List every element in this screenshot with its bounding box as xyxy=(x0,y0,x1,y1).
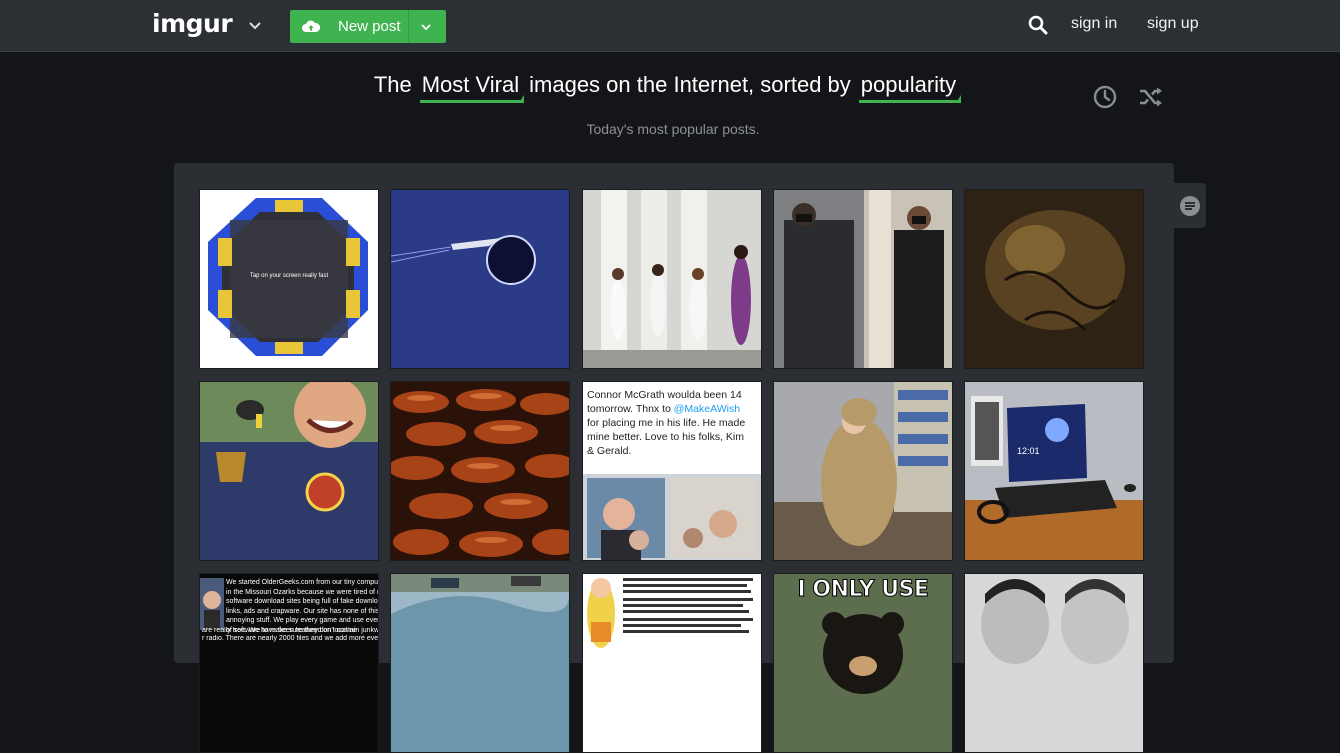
logo-caret-icon[interactable] xyxy=(247,17,263,33)
shuffle-icon[interactable] xyxy=(1139,86,1163,108)
gallery-post-winter-soldier[interactable] xyxy=(773,189,953,369)
oldergeeks-line-7: are really free. We have been featured o… xyxy=(202,627,358,634)
oldergeeks-line-5: annoying stuff. We play every game and u… xyxy=(226,617,378,624)
section-selector[interactable]: Most Viral xyxy=(419,72,525,103)
laptop-image: 12:01 xyxy=(965,382,1143,560)
sign-in-link[interactable]: sign in xyxy=(1071,15,1117,33)
jet-eclipse-image xyxy=(391,190,569,368)
oldergeeks-line-3: software download sites being full of fa… xyxy=(226,598,378,605)
chevron-down-icon[interactable] xyxy=(420,21,432,33)
clock-icon[interactable] xyxy=(1093,85,1117,109)
greek-columns-image xyxy=(583,190,761,368)
oldergeeks-line-1: We started OlderGeeks.com from our tiny … xyxy=(226,579,378,586)
tweet-line-4: mine better. Love to his folks, Kim xyxy=(587,431,744,443)
comments-toggle[interactable] xyxy=(1174,183,1206,228)
gallery-post-dark-texture[interactable] xyxy=(964,189,1144,369)
trampoline-caption: Tap on your screen really fast xyxy=(250,273,329,279)
oldergeeks-line-8: r radio. There are nearly 2000 files and… xyxy=(202,635,378,642)
gallery-post-sausages[interactable] xyxy=(390,381,570,561)
portraits-image xyxy=(965,574,1143,752)
imgur-logo[interactable]: imgur xyxy=(152,9,233,38)
page-subtitle: Today's most popular posts. xyxy=(586,121,760,137)
gallery-post-futurama-text[interactable] xyxy=(582,573,762,753)
new-post-label: New post xyxy=(338,18,401,35)
sort-selector[interactable]: popularity xyxy=(858,72,962,103)
gallery-post-bear-meme[interactable]: I ONLY USE xyxy=(773,573,953,753)
search-icon[interactable] xyxy=(1027,14,1049,36)
gallery-post-portraits[interactable] xyxy=(964,573,1144,753)
tweet-line-2-text: tomorrow. Thnx to xyxy=(587,403,671,415)
gallery-post-greek-columns[interactable] xyxy=(582,189,762,369)
tweet-line-3: for placing me in his life. He made xyxy=(587,417,746,429)
potato-costume-image xyxy=(774,382,952,560)
tweet-line-5: & Gerald. xyxy=(587,445,632,457)
gallery-post-laptop[interactable]: 12:01 xyxy=(964,381,1144,561)
oldergeeks-line-4: links, ads and crapware. Our site has no… xyxy=(226,607,378,615)
top-bar: imgur New post sign in sign up xyxy=(0,0,1340,52)
tweet-line-1: Connor McGrath woulda been 14 xyxy=(587,389,742,401)
gallery-post-potato-costume[interactable] xyxy=(773,381,953,561)
water-street-image xyxy=(391,574,569,752)
gallery-post-tweet[interactable]: Connor McGrath woulda been 14 tomorrow. … xyxy=(582,381,762,561)
tweet-handle: @MakeAWish xyxy=(673,403,741,415)
futurama-text-image xyxy=(583,574,761,752)
tweet-text: Connor McGrath woulda been 14 tomorrow. … xyxy=(587,388,759,458)
new-post-divider xyxy=(408,10,409,43)
cloud-upload-icon xyxy=(302,20,320,32)
tweet-line-2: tomorrow. Thnx to @MakeAWish xyxy=(587,402,759,416)
dark-texture-image xyxy=(965,190,1143,368)
headline-prefix: The xyxy=(373,72,412,97)
sign-up-link[interactable]: sign up xyxy=(1147,15,1199,33)
oldergeeks-line-2: in the Missouri Ozarks because we were t… xyxy=(226,588,378,596)
tweet-photo xyxy=(583,474,761,560)
gallery-post-officer-bird[interactable] xyxy=(199,381,379,561)
gallery-post-water-street[interactable] xyxy=(390,573,570,753)
new-post-button[interactable]: New post xyxy=(290,10,446,43)
gallery-post-trampoline[interactable]: Tap on your screen really fast xyxy=(199,189,379,369)
winter-soldier-image xyxy=(774,190,952,368)
oldergeeks-photo xyxy=(200,578,224,630)
headline-middle: images on the Internet, sorted by xyxy=(529,72,851,97)
gallery-post-jet-eclipse[interactable] xyxy=(390,189,570,369)
gallery-post-oldergeeks[interactable]: We started OlderGeeks.com from our tiny … xyxy=(199,573,379,753)
sausages-image xyxy=(391,382,569,560)
trampoline-image: Tap on your screen really fast xyxy=(208,198,368,356)
officer-bird-image xyxy=(200,382,378,560)
laptop-clock-text: 12:01 xyxy=(1017,446,1040,456)
comments-icon xyxy=(1180,196,1200,216)
meme-caption: I ONLY USE xyxy=(797,577,929,603)
gallery-panel: Tap on your screen really fast Connor Mc… xyxy=(174,163,1174,753)
